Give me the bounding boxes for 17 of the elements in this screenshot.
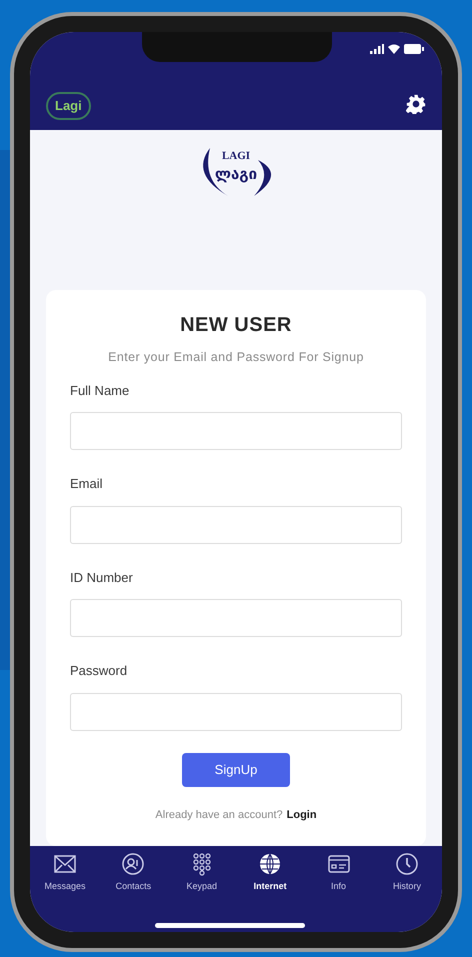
tab-item[interactable]: Keypad bbox=[170, 852, 233, 894]
field-label: Password bbox=[70, 662, 128, 680]
login-link[interactable]: Login bbox=[286, 806, 317, 824]
field-label: Email bbox=[70, 475, 104, 494]
app-logo: LAGI ლაგი bbox=[188, 144, 284, 200]
app-badge[interactable]: Lagi bbox=[46, 92, 91, 120]
field-label: Full Name bbox=[70, 382, 130, 400]
tab-item[interactable]: Contacts bbox=[102, 852, 164, 894]
field-label: ID Number bbox=[70, 568, 134, 587]
account-prompt: Already have an account? bbox=[155, 808, 283, 823]
form-subtitle: Enter your Email and Password For Signup bbox=[108, 349, 364, 366]
tab-item[interactable]: Internet bbox=[239, 852, 302, 894]
signup-button[interactable]: SignUp bbox=[182, 752, 290, 787]
form-title: NEW USER bbox=[180, 313, 292, 338]
tab-item[interactable]: History bbox=[376, 852, 438, 894]
tab-item[interactable]: Info bbox=[308, 852, 370, 894]
tab-item[interactable]: Messages bbox=[34, 852, 96, 894]
